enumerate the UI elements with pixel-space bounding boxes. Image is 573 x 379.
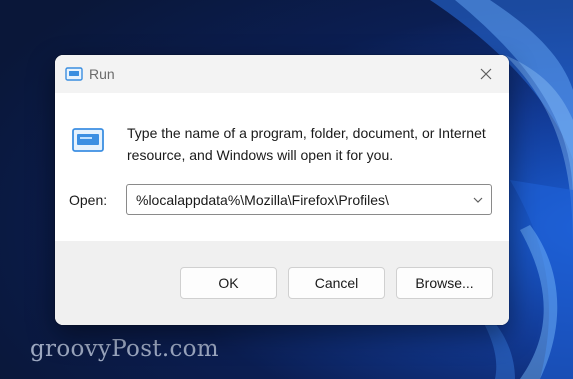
open-label: Open: [69, 192, 108, 208]
dialog-title: Run [89, 66, 115, 82]
dropdown-button[interactable] [465, 185, 491, 214]
ok-button[interactable]: OK [180, 267, 277, 299]
run-icon [65, 67, 83, 81]
browse-button[interactable]: Browse... [396, 267, 493, 299]
dialog-content: Type the name of a program, folder, docu… [55, 93, 509, 241]
open-input[interactable]: %localappdata%\Mozilla\Firefox\Profiles\ [127, 192, 465, 208]
close-button[interactable] [463, 55, 509, 93]
watermark-text: groovyPost.com [30, 336, 219, 362]
run-icon [72, 128, 104, 152]
open-combobox[interactable]: %localappdata%\Mozilla\Firefox\Profiles\ [126, 184, 492, 215]
title-bar[interactable]: Run [55, 55, 509, 93]
run-dialog: Run Type the name of a program, folder, … [55, 55, 509, 325]
cancel-button[interactable]: Cancel [288, 267, 385, 299]
chevron-down-icon [473, 197, 483, 203]
dialog-footer: OK Cancel Browse... [55, 241, 509, 325]
description-text: Type the name of a program, folder, docu… [127, 125, 486, 163]
close-icon [480, 68, 492, 80]
